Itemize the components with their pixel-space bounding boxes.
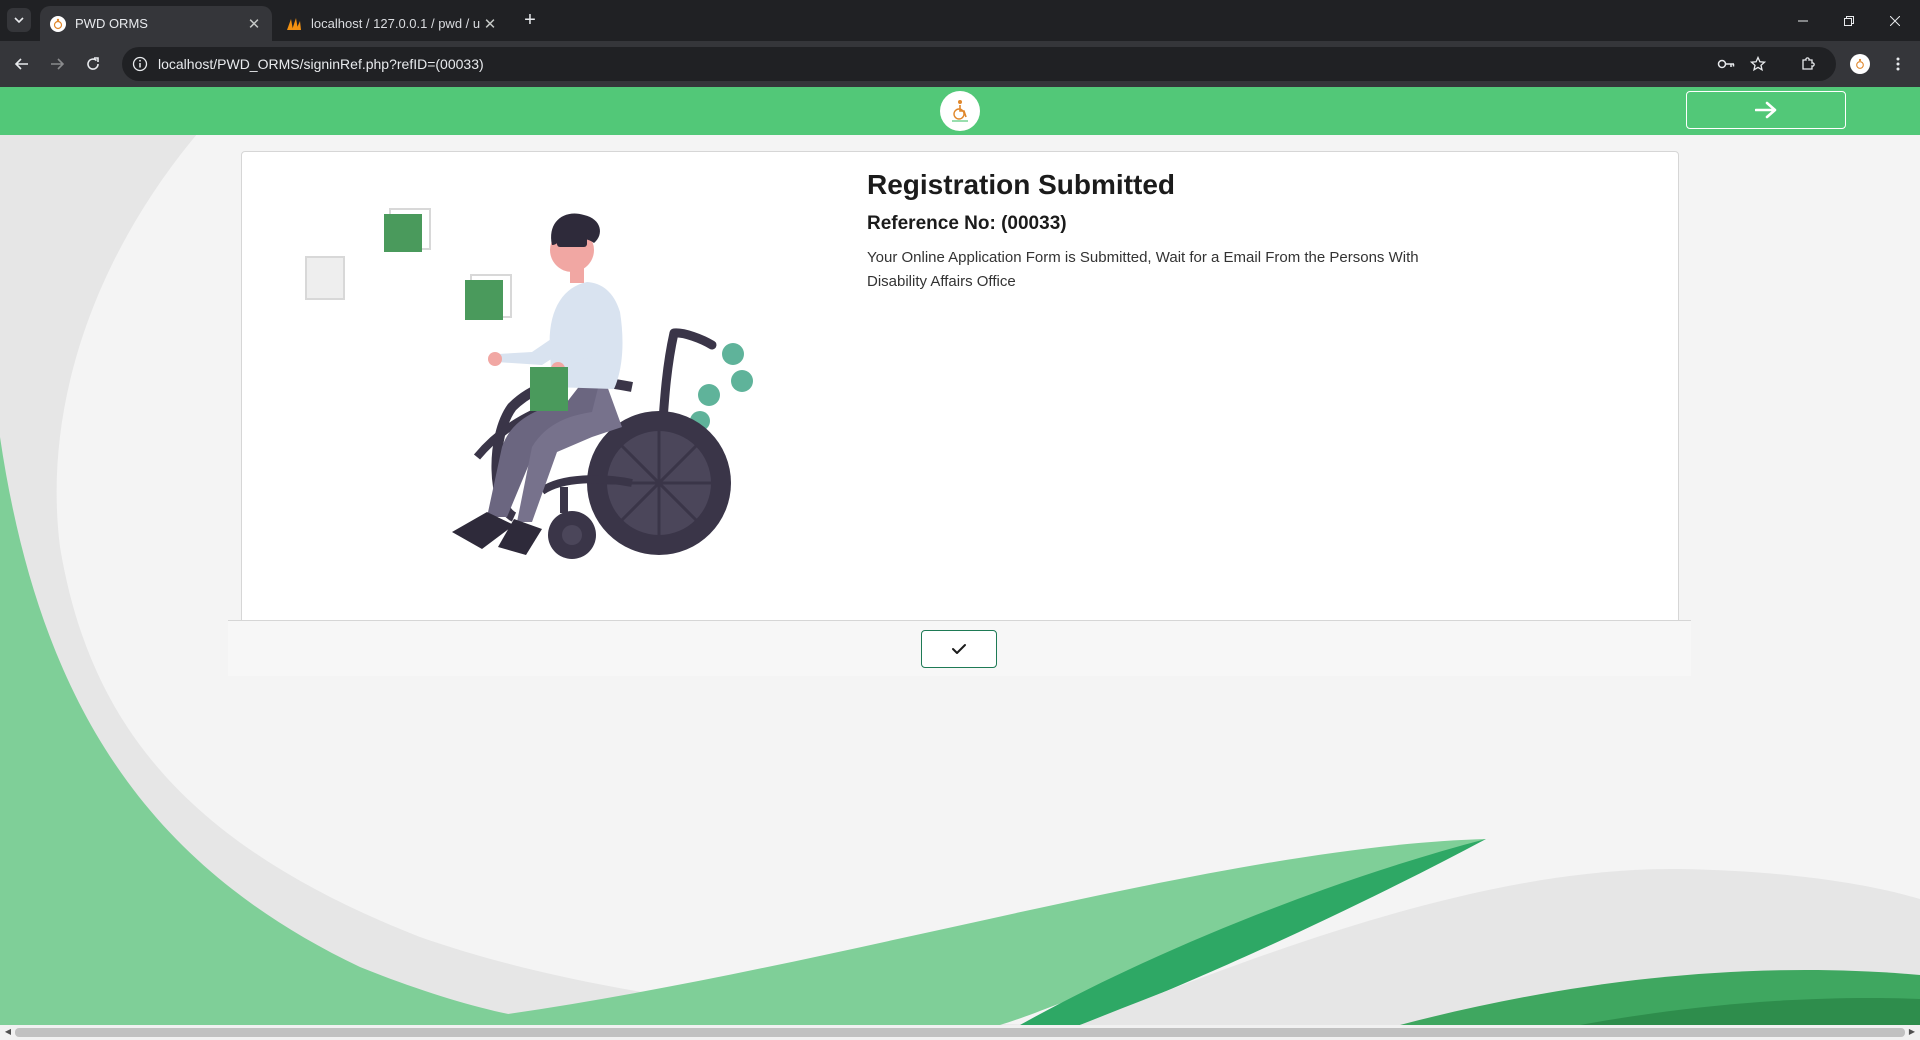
pwd-logo-icon[interactable] bbox=[940, 91, 980, 131]
close-icon[interactable]: ✕ bbox=[480, 14, 500, 34]
chevron-down-icon bbox=[14, 17, 24, 24]
arrow-right-icon bbox=[51, 58, 65, 70]
avatar bbox=[1850, 54, 1870, 74]
address-bar[interactable]: localhost/PWD_ORMS/signinRef.php?refID=(… bbox=[122, 47, 1836, 81]
browser-tab-bar: PWD ORMS ✕ localhost / 127.0.0.1 / pwd /… bbox=[0, 0, 1920, 41]
tab-search-button[interactable] bbox=[7, 8, 31, 32]
extensions-button[interactable] bbox=[1794, 50, 1822, 78]
page-title: Registration Submitted bbox=[867, 169, 1176, 200]
tab-phpmyadmin[interactable]: localhost / 127.0.0.1 / pwd / us ✕ bbox=[276, 6, 508, 41]
close-window-button[interactable] bbox=[1872, 0, 1918, 41]
arrow-right-icon bbox=[1755, 101, 1777, 119]
more-vert-icon bbox=[1896, 57, 1900, 71]
scrollbar-thumb[interactable] bbox=[15, 1028, 1905, 1037]
restore-icon bbox=[1844, 15, 1854, 26]
profile-button[interactable] bbox=[1846, 50, 1874, 78]
bookmark-button[interactable] bbox=[1744, 50, 1772, 78]
new-tab-button[interactable]: + bbox=[518, 8, 542, 32]
browser-menu-button[interactable] bbox=[1884, 50, 1912, 78]
phpmyadmin-icon bbox=[286, 16, 302, 32]
restore-button[interactable] bbox=[1826, 0, 1872, 41]
card-footer bbox=[228, 620, 1691, 676]
tab-title: PWD ORMS bbox=[75, 16, 148, 31]
site-header bbox=[0, 87, 1920, 135]
puzzle-icon bbox=[1802, 57, 1815, 70]
pwd-logo-icon bbox=[50, 15, 66, 32]
minimize-button[interactable] bbox=[1780, 0, 1826, 41]
arrow-left-icon bbox=[14, 58, 28, 70]
proceed-button[interactable] bbox=[1686, 91, 1846, 129]
page-content: Registration Submitted Reference No: (00… bbox=[0, 87, 1920, 1025]
site-info-icon[interactable] bbox=[126, 50, 154, 78]
tab-pwd-orms[interactable]: PWD ORMS ✕ bbox=[40, 6, 272, 41]
key-icon bbox=[1717, 59, 1735, 69]
scroll-left-icon[interactable]: ◀ bbox=[3, 1027, 13, 1037]
horizontal-scrollbar[interactable]: ◀ ▶ bbox=[0, 1025, 1920, 1040]
browser-toolbar: localhost/PWD_ORMS/signinRef.php?refID=(… bbox=[0, 41, 1920, 87]
tab-title: localhost / 127.0.0.1 / pwd / us bbox=[311, 16, 480, 31]
reference-number: Reference No: (00033) bbox=[867, 213, 1067, 234]
star-icon bbox=[1750, 56, 1766, 72]
wheelchair-user-illustration bbox=[305, 208, 753, 559]
checkmark-icon bbox=[952, 644, 966, 654]
confirm-button[interactable] bbox=[921, 630, 997, 668]
forward-button[interactable] bbox=[43, 50, 71, 78]
close-icon[interactable]: ✕ bbox=[244, 14, 264, 34]
submission-message: Your Online Application Form is Submitte… bbox=[867, 249, 1419, 290]
confirmation-card: Registration Submitted Reference No: (00… bbox=[241, 151, 1679, 676]
back-button[interactable] bbox=[8, 50, 36, 78]
reload-button[interactable] bbox=[79, 50, 107, 78]
minimize-icon bbox=[1798, 20, 1808, 21]
close-icon bbox=[1890, 15, 1900, 26]
reload-icon bbox=[87, 57, 99, 70]
scroll-right-icon[interactable]: ▶ bbox=[1907, 1027, 1917, 1037]
url-text: localhost/PWD_ORMS/signinRef.php?refID=(… bbox=[158, 56, 484, 72]
password-key-button[interactable] bbox=[1712, 50, 1740, 78]
